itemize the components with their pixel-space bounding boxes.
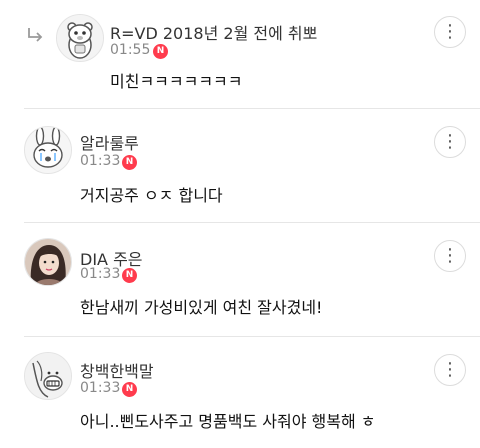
- more-options-button[interactable]: ⋮: [434, 354, 466, 386]
- comment-time: 01:33: [80, 153, 121, 169]
- divider: [24, 336, 480, 337]
- comment-time: 01:33: [80, 266, 121, 282]
- comment-time: 01:55: [110, 42, 151, 58]
- new-badge: N: [153, 44, 168, 59]
- comment-item: R=VD 2018년 2월 전에 취뽀 01:55 N 미친ㅋㅋㅋㅋㅋㅋㅋ ⋮: [0, 0, 480, 110]
- new-badge: N: [122, 382, 137, 397]
- divider: [24, 108, 480, 109]
- reply-arrow-icon: [28, 28, 43, 42]
- comment-body: 미친ㅋㅋㅋㅋㅋㅋㅋ: [110, 72, 243, 91]
- more-options-button[interactable]: ⋮: [434, 126, 466, 158]
- comment-time: 01:33: [80, 380, 121, 396]
- comment-body: 거지공주 ㅇㅈ 합니다: [80, 186, 223, 205]
- divider: [24, 222, 480, 223]
- comment-body: 한남새끼 가성비있게 여친 잘사겼네!: [80, 298, 323, 317]
- more-options-icon: ⋮: [441, 359, 459, 380]
- comment-item: DIA 주은 01:33 N 한남새끼 가성비있게 여친 잘사겼네! ⋮: [0, 224, 480, 336]
- profile-photo[interactable]: [24, 238, 72, 286]
- new-badge: N: [122, 155, 137, 170]
- comment-author[interactable]: 알라룰루: [80, 130, 139, 154]
- comment-author[interactable]: 창백한백말: [80, 358, 154, 382]
- more-options-button[interactable]: ⋮: [434, 16, 466, 48]
- more-options-icon: ⋮: [441, 21, 459, 42]
- comment-item: 창백한백말 01:33 N 아니..삔도사주고 명품백도 사줘야 행복해 ㅎ ⋮: [0, 338, 480, 448]
- comment-author[interactable]: R=VD 2018년 2월 전에 취뽀: [110, 20, 317, 44]
- more-options-icon: ⋮: [441, 131, 459, 152]
- bear-character-icon[interactable]: [56, 14, 104, 62]
- more-options-icon: ⋮: [441, 245, 459, 266]
- comment-body: 아니..삔도사주고 명품백도 사줘야 행복해 ㅎ: [80, 412, 376, 431]
- crying-bunny-icon[interactable]: [24, 126, 72, 174]
- new-badge: N: [122, 268, 137, 283]
- comment-item: 알라룰루 01:33 N 거지공주 ㅇㅈ 합니다 ⋮: [0, 110, 480, 222]
- more-options-button[interactable]: ⋮: [434, 240, 466, 272]
- comment-list: R=VD 2018년 2월 전에 취뽀 01:55 N 미친ㅋㅋㅋㅋㅋㅋㅋ ⋮ …: [0, 0, 480, 448]
- pale-face-icon[interactable]: [24, 352, 72, 400]
